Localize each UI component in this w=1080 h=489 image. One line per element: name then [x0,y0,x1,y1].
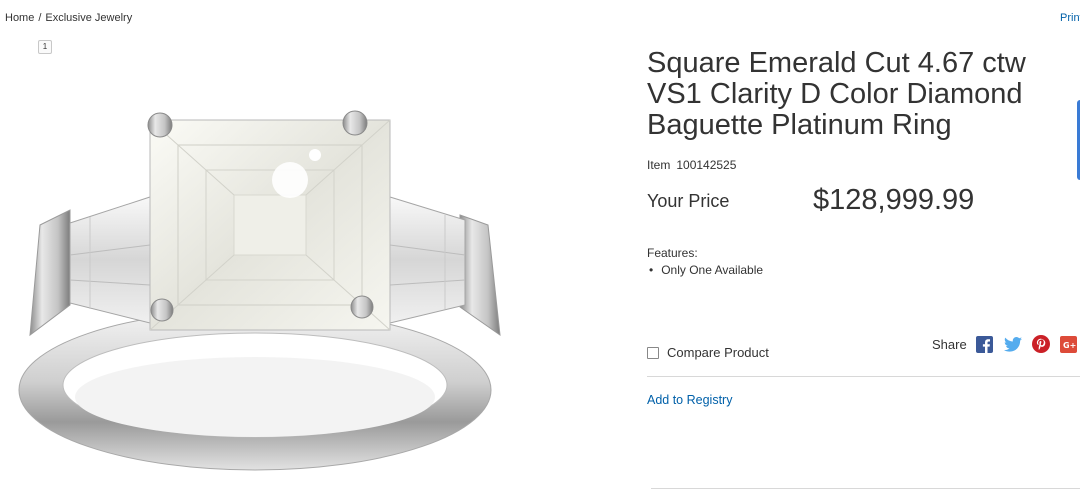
pinterest-icon[interactable] [1031,334,1051,354]
google-plus-icon[interactable]: G+ [1059,334,1079,354]
product-title: Square Emerald Cut 4.67 ctw VS1 Clarity … [647,47,1026,141]
divider [647,376,1080,377]
breadcrumb-home[interactable]: Home [5,12,34,24]
add-to-registry-link[interactable]: Add to Registry [647,393,732,407]
price-value: $128,999.99 [813,184,975,216]
checkbox-icon[interactable] [647,346,659,359]
item-number-row: Item 100142525 [647,158,736,172]
image-thumbnail-index[interactable]: 1 [38,40,52,54]
share-label: Share [932,336,967,352]
price-label: Your Price [647,191,730,211]
product-info-panel: Square Emerald Cut 4.67 ctw VS1 Clarity … [647,47,1080,489]
facebook-icon[interactable] [975,334,995,354]
breadcrumb-exclusive-jewelry[interactable]: Exclusive Jewelry [45,12,132,24]
item-number: 100142525 [676,158,737,172]
compare-product-checkbox[interactable]: Compare Product [647,345,769,360]
twitter-icon[interactable] [1003,334,1023,354]
feature-item: Only One Available [647,263,763,277]
item-label: Item [647,158,671,172]
print-link[interactable]: Print [1060,12,1080,24]
product-page: Home / Exclusive Jewelry Print 1 [0,0,1080,489]
compare-label: Compare Product [667,345,769,360]
features-list: Only One Available [647,263,763,277]
share-bar: Share G+ [932,334,1079,354]
ring-product-image[interactable] [10,85,530,480]
features-title: Features: [647,246,698,260]
breadcrumb: Home / Exclusive Jewelry [5,12,132,24]
breadcrumb-separator: / [38,12,42,24]
svg-text:G+: G+ [1063,341,1076,350]
